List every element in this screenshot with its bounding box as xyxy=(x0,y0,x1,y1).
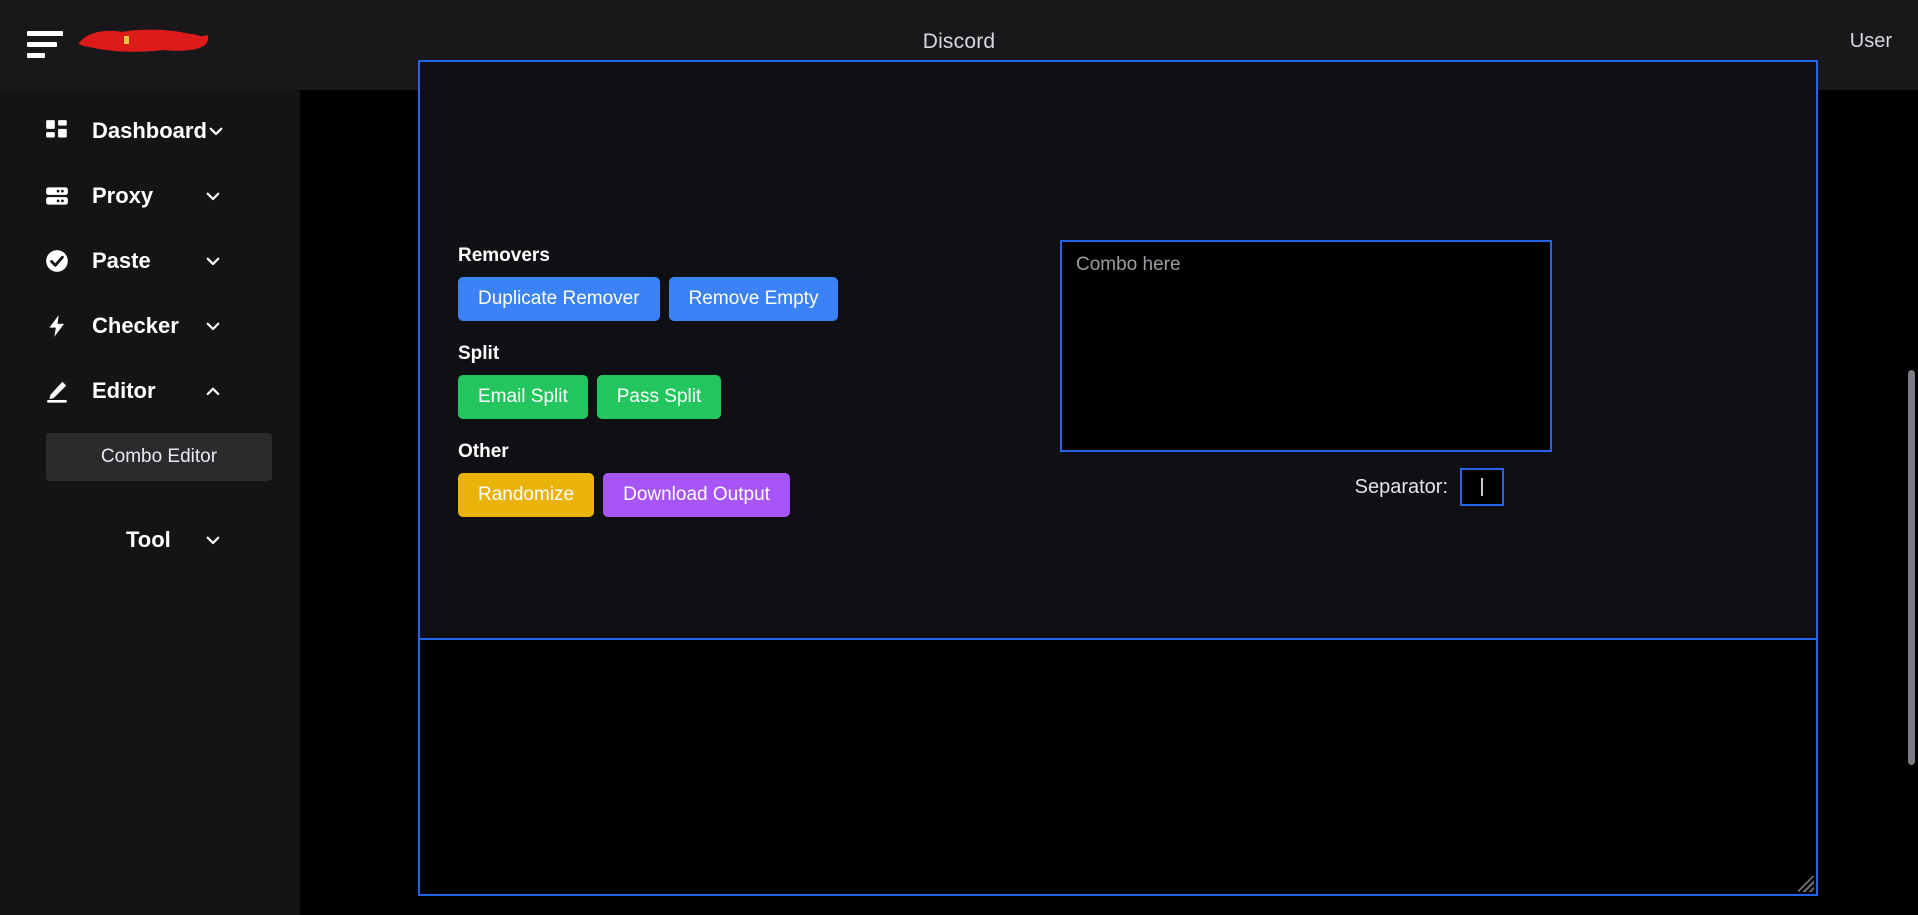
sidebar-item-label: Tool xyxy=(126,526,171,552)
chevron-down-icon[interactable] xyxy=(204,252,222,270)
sidebar-item-label: Paste xyxy=(92,247,151,273)
combo-input-textarea[interactable] xyxy=(1060,240,1552,452)
sidebar-subitem-combo-editor[interactable]: Combo Editor xyxy=(46,433,272,481)
sidebar-item-label: Editor xyxy=(92,377,156,403)
pass-split-button[interactable]: Pass Split xyxy=(596,375,722,419)
button-row-other: Randomize Download Output xyxy=(458,473,838,517)
remove-empty-button[interactable]: Remove Empty xyxy=(668,277,839,321)
grid-icon xyxy=(40,118,74,144)
email-split-button[interactable]: Email Split xyxy=(458,375,588,419)
check-circle-icon xyxy=(40,248,74,274)
button-row-split: Email Split Pass Split xyxy=(458,375,838,419)
duplicate-remover-button[interactable]: Duplicate Remover xyxy=(458,277,660,321)
chevron-down-icon[interactable] xyxy=(204,187,222,205)
download-output-button[interactable]: Download Output xyxy=(603,473,790,517)
sidebar-item-label: Dashboard xyxy=(92,117,207,143)
page-scrollbar[interactable] xyxy=(1908,90,1915,915)
bolt-icon xyxy=(40,313,74,339)
separator-input[interactable] xyxy=(1460,468,1504,506)
chevron-up-icon[interactable] xyxy=(204,382,222,400)
button-row-removers: Duplicate Remover Remove Empty xyxy=(458,277,839,321)
sidebar-item-dashboard[interactable]: Dashboard xyxy=(0,98,300,163)
server-icon xyxy=(40,183,74,209)
output-textarea-panel[interactable] xyxy=(418,638,1818,896)
sidebar: Dashboard Proxy Paste Checker Editor Com… xyxy=(0,90,300,915)
randomize-button[interactable]: Randomize xyxy=(458,473,595,517)
group-title-other: Other xyxy=(458,441,509,462)
chevron-down-icon[interactable] xyxy=(204,531,222,549)
sidebar-item-tool[interactable]: Tool xyxy=(0,507,300,572)
separator-label: Separator: xyxy=(1354,475,1448,498)
sidebar-item-proxy[interactable]: Proxy xyxy=(0,163,300,228)
tool-groups: Removers Duplicate Remover Remove Empty … xyxy=(458,245,839,517)
page-scrollbar-thumb[interactable] xyxy=(1908,370,1915,765)
separator-row: Separator: xyxy=(1060,468,1552,506)
group-title-removers: Removers xyxy=(458,245,550,266)
sidebar-subitem-label: Combo Editor xyxy=(100,446,218,467)
user-menu[interactable]: User xyxy=(1850,30,1892,53)
chevron-down-icon[interactable] xyxy=(204,317,222,335)
group-title-split: Split xyxy=(458,343,500,364)
sidebar-item-paste[interactable]: Paste xyxy=(0,228,300,293)
sidebar-item-label: Proxy xyxy=(92,182,154,208)
main-content: Removers Duplicate Remover Remove Empty … xyxy=(300,60,1918,915)
page-title: Discord xyxy=(922,30,996,53)
pencil-icon xyxy=(40,378,74,404)
sidebar-item-editor[interactable]: Editor xyxy=(0,358,300,423)
resize-grip-icon[interactable] xyxy=(1798,876,1814,892)
chevron-down-icon[interactable] xyxy=(207,122,225,140)
sidebar-item-label: Checker xyxy=(92,312,179,338)
sidebar-item-checker[interactable]: Checker xyxy=(0,293,300,358)
